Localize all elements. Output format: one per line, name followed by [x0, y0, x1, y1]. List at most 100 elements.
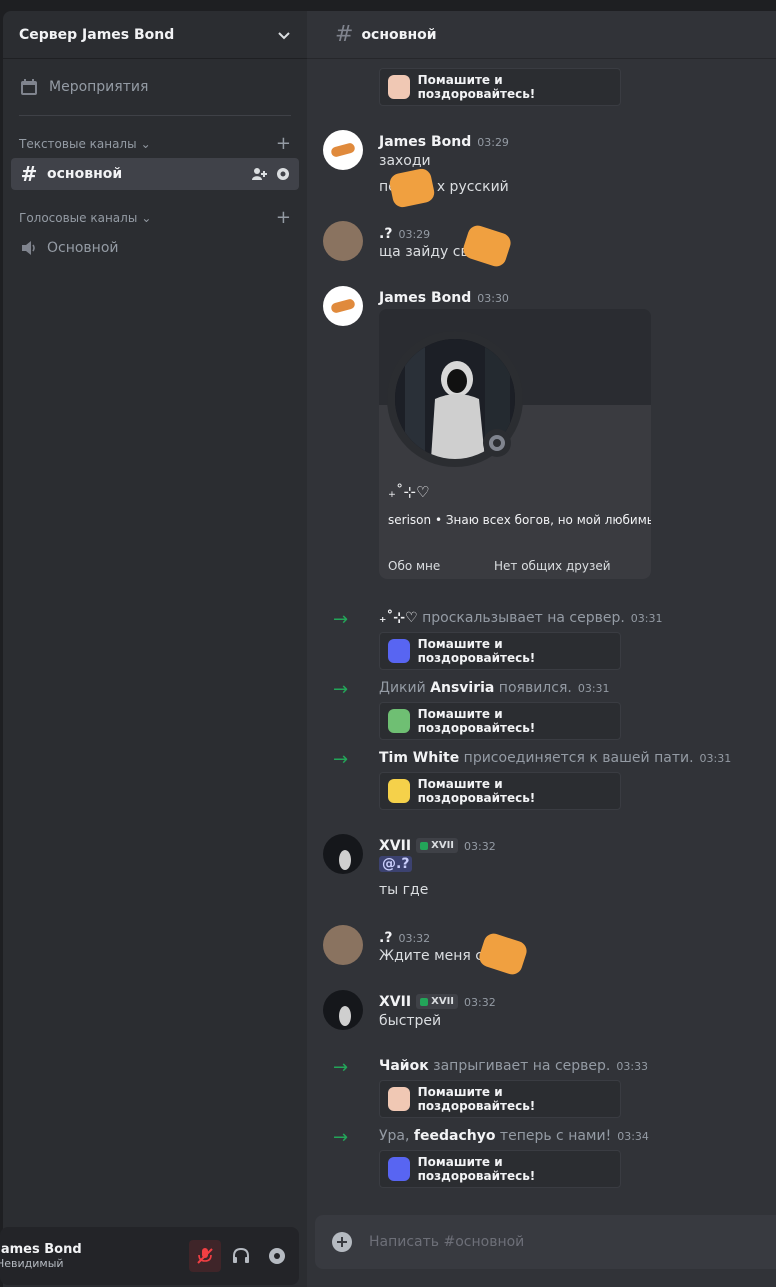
chevron-down-icon: ⌄ — [141, 211, 152, 225]
avatar[interactable] — [323, 925, 363, 965]
system-user[interactable]: feedachyo — [414, 1128, 496, 1144]
message-author[interactable]: XVII — [379, 994, 411, 1010]
channel-label: основной — [47, 166, 123, 182]
chevron-down-icon — [278, 31, 290, 39]
profile-tab-about[interactable]: Обо мне — [388, 559, 440, 573]
wave-button-label: Помашите и поздоровайтесь! — [417, 707, 536, 735]
wave-button-label: Помашите и поздоровайтесь! — [417, 1155, 536, 1183]
user-status: Невидимый — [0, 1257, 64, 1270]
category-label: Текстовые каналы — [19, 137, 137, 151]
category-voice-channels[interactable]: Голосовые каналы ⌄ + — [3, 204, 307, 232]
gear-icon — [269, 1248, 285, 1264]
invite-icon[interactable] — [251, 166, 267, 182]
add-channel-icon[interactable]: + — [276, 135, 291, 153]
message-text: заходи — [379, 153, 431, 169]
events-label: Мероприятия — [49, 79, 149, 95]
deafen-button[interactable] — [225, 1240, 257, 1272]
wave-button[interactable]: Помашите и поздоровайтесь! — [379, 772, 621, 810]
message-composer[interactable]: Написать #основной — [315, 1215, 776, 1269]
channel-title: основной — [361, 26, 437, 43]
mic-muted-icon — [197, 1248, 213, 1264]
mute-button[interactable] — [189, 1240, 221, 1272]
message-timestamp: 03:32 — [464, 840, 496, 853]
sticker-robot-icon — [388, 639, 410, 663]
text-channel-icon: # — [335, 22, 354, 47]
user-info[interactable]: James Bond Невидимый — [0, 1242, 185, 1270]
wave-button[interactable]: Помашите и поздоровайтесь! — [379, 702, 621, 740]
system-message: Дикий Ansviria появился. 03:31 — [379, 680, 610, 696]
message-header: James Bond 03:30 — [379, 287, 509, 306]
join-arrow-icon: → — [333, 749, 349, 770]
system-user[interactable]: Чайок — [379, 1058, 429, 1074]
avatar[interactable] — [323, 834, 363, 874]
message-author[interactable]: James Bond — [379, 134, 471, 150]
message-input[interactable]: Написать #основной — [369, 1234, 524, 1250]
message-author[interactable]: XVII — [379, 838, 411, 854]
user-panel: James Bond Невидимый — [0, 1227, 299, 1285]
gear-icon[interactable] — [275, 166, 291, 182]
system-message: ₊˚⊹♡ проскальзывает на сервер. 03:31 — [379, 610, 663, 626]
avatar[interactable] — [323, 286, 363, 326]
profile-username: serison — [388, 513, 432, 527]
wave-button[interactable]: Помашите и поздоровайтесь! — [379, 632, 621, 670]
system-user[interactable]: ₊˚⊹♡ — [379, 610, 418, 626]
user-name: James Bond — [0, 1242, 82, 1257]
profile-tab-friends[interactable]: Нет общих друзей — [494, 559, 611, 573]
system-message: Tim White присоединяется к вашей пати. 03… — [379, 750, 732, 766]
system-user[interactable]: Ansviria — [430, 680, 494, 696]
profile-bio: Знаю всех богов, но мой любимы — [445, 513, 651, 527]
server-header[interactable]: Сервер James Bond — [3, 11, 307, 59]
message-author[interactable]: James Bond — [379, 290, 471, 306]
join-arrow-icon: → — [333, 1127, 349, 1148]
sticker-cat-icon — [387, 167, 437, 209]
wave-button-label: Помашите и поздоровайтесь! — [417, 777, 536, 805]
user-mention[interactable]: @.? — [379, 856, 413, 872]
add-channel-icon[interactable]: + — [276, 209, 291, 227]
category-text-channels[interactable]: Текстовые каналы ⌄ + — [3, 130, 307, 158]
avatar[interactable] — [323, 221, 363, 261]
guild-tag[interactable]: XVII — [416, 838, 459, 853]
add-attachment-icon[interactable] — [331, 1231, 353, 1253]
channel-item-osnovnoy[interactable]: # основной — [11, 158, 299, 190]
speaker-icon — [22, 241, 35, 255]
avatar[interactable] — [323, 130, 363, 170]
guild-tag[interactable]: XVII — [416, 994, 459, 1009]
text-channel-icon: # — [20, 162, 38, 186]
user-settings-button[interactable] — [261, 1240, 293, 1272]
avatar[interactable] — [323, 990, 363, 1030]
join-arrow-icon: → — [333, 609, 349, 630]
sticker-robot-icon — [388, 1157, 410, 1181]
wave-button[interactable]: Помашите и поздоровайтесь! — [379, 68, 621, 106]
system-message: Чайок запрыгивает на сервер. 03:33 — [379, 1058, 649, 1074]
events-item[interactable]: Мероприятия — [3, 59, 307, 115]
server-name: Сервер James Bond — [19, 26, 175, 43]
message-timestamp: 03:29 — [398, 228, 431, 241]
wave-button[interactable]: Помашите и поздоровайтесь! — [379, 1150, 621, 1188]
channel-label: Основной — [47, 240, 119, 256]
wave-button[interactable]: Помашите и поздоровайтесь! — [379, 1080, 621, 1118]
category-label: Голосовые каналы — [19, 211, 138, 225]
wave-button-label: Помашите и поздоровайтесь! — [417, 1085, 536, 1113]
sticker-icon — [388, 1087, 410, 1111]
voice-channel-osnovnoy[interactable]: Основной — [11, 232, 299, 264]
dot-separator: • — [434, 513, 446, 527]
message-author[interactable]: .? — [379, 930, 392, 946]
sticker-icon — [388, 75, 410, 99]
profile-card[interactable]: ₊˚⊹♡ serison • Знаю всех богов, но мой л… — [379, 309, 651, 579]
message-text: быстрей — [379, 1013, 442, 1029]
message-text: Ждите меня св — [379, 948, 492, 964]
message-author[interactable]: .? — [379, 226, 392, 242]
calendar-icon — [21, 79, 37, 95]
wave-button-label: Помашите и поздоровайтесь! — [417, 73, 536, 101]
leaf-icon — [420, 841, 429, 850]
message-mention: @.? — [379, 856, 413, 872]
chat-area: # основной Помашите и поздоровайтесь! Ja… — [307, 11, 776, 1287]
message-header: .? 03:29 — [379, 223, 430, 242]
system-user[interactable]: Tim White — [379, 750, 459, 766]
sticker-cat-icon — [460, 223, 514, 269]
wave-button-label: Помашите и поздоровайтесь! — [417, 637, 536, 665]
profile-display-name: ₊˚⊹♡ — [388, 483, 430, 501]
leaf-icon — [420, 997, 429, 1006]
divider — [19, 115, 291, 116]
message-header: .? 03:32 — [379, 927, 430, 946]
